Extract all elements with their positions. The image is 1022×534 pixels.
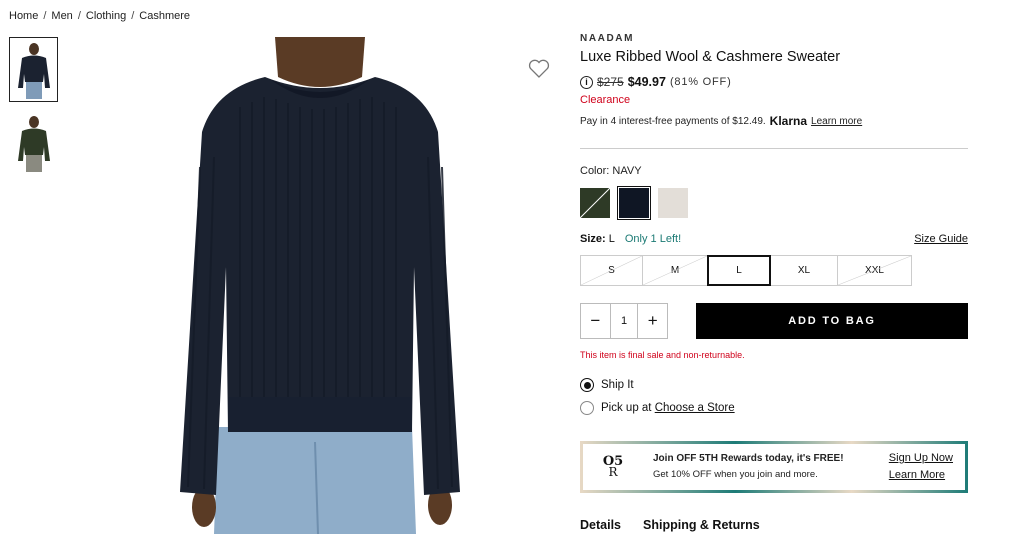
- final-sale-notice: This item is final sale and non-returnab…: [580, 350, 745, 360]
- product-tabs: Details Shipping & Returns: [580, 518, 760, 532]
- breadcrumb-men[interactable]: Men: [51, 10, 72, 22]
- learn-more-link[interactable]: Learn More: [889, 467, 953, 484]
- size-option-label: XL: [797, 265, 811, 276]
- klarna-row: Pay in 4 interest-free payments of $12.4…: [580, 114, 968, 128]
- size-label-text: Size:: [580, 233, 606, 245]
- size-option-m[interactable]: M: [642, 255, 708, 286]
- buy-row: − 1 + ADD TO BAG: [580, 303, 968, 339]
- swatch-navy[interactable]: [617, 186, 651, 220]
- price-row: i $275 $49.97 (81% OFF): [580, 75, 968, 89]
- ship-it-option[interactable]: Ship It: [580, 378, 968, 392]
- breadcrumb-separator: /: [77, 10, 81, 22]
- quantity-value[interactable]: 1: [609, 304, 639, 338]
- rewards-promo-inner: O5 R Join OFF 5TH Rewards today, it's FR…: [583, 444, 965, 490]
- thumbnail-navy[interactable]: [9, 37, 58, 102]
- sign-up-now-link[interactable]: Sign Up Now: [889, 450, 953, 467]
- color-value: NAVY: [612, 165, 642, 177]
- color-label: Color: NAVY: [580, 165, 968, 177]
- swatch-cream[interactable]: [658, 188, 688, 218]
- ship-it-radio[interactable]: [580, 378, 594, 392]
- size-option-label: L: [736, 265, 742, 276]
- rewards-promo-text: Join OFF 5TH Rewards today, it's FREE! G…: [653, 451, 844, 483]
- stock-message: Only 1 Left!: [624, 233, 682, 245]
- breadcrumb-separator: /: [131, 10, 135, 22]
- breadcrumb-home[interactable]: Home: [9, 10, 38, 22]
- color-label-text: Color:: [580, 165, 610, 177]
- thumbnail-olive[interactable]: [9, 110, 58, 175]
- divider: [580, 148, 968, 149]
- sale-price: $49.97: [627, 75, 666, 89]
- size-options: S M L XL XXL: [580, 255, 968, 286]
- breadcrumb-separator: /: [43, 10, 47, 22]
- size-option-xxl[interactable]: XXL: [837, 255, 912, 286]
- ship-it-label: Ship It: [601, 379, 634, 391]
- original-price: $275: [597, 75, 624, 89]
- rewards-logo-bottom: R: [608, 465, 618, 479]
- klarna-text: Pay in 4 interest-free payments of $12.4…: [580, 115, 766, 127]
- color-swatches: [580, 186, 968, 220]
- pickup-label: Pick up at Choose a Store: [601, 402, 735, 414]
- product-info: NAADAM Luxe Ribbed Wool & Cashmere Sweat…: [580, 33, 968, 424]
- swatch-olive[interactable]: [580, 188, 610, 218]
- discount-label: (81% OFF): [669, 76, 732, 88]
- choose-store-link[interactable]: Choose a Store: [655, 402, 735, 414]
- rewards-links: Sign Up Now Learn More: [889, 450, 953, 484]
- clearance-label: Clearance: [580, 94, 631, 106]
- quantity-stepper: − 1 +: [580, 303, 668, 339]
- info-icon[interactable]: i: [580, 75, 593, 89]
- pickup-option[interactable]: Pick up at Choose a Store: [580, 401, 968, 415]
- size-option-s[interactable]: S: [580, 255, 643, 286]
- pickup-prefix: Pick up at: [601, 402, 652, 414]
- tab-details[interactable]: Details: [580, 518, 621, 532]
- breadcrumb-cashmere[interactable]: Cashmere: [139, 10, 190, 22]
- rewards-headline: Join OFF 5TH Rewards today, it's FREE!: [653, 453, 844, 464]
- size-value: L: [608, 233, 615, 245]
- brand-name[interactable]: NAADAM: [580, 33, 968, 44]
- size-label: Size: L: [580, 233, 615, 245]
- add-to-bag-button[interactable]: ADD TO BAG: [696, 303, 968, 339]
- pickup-radio[interactable]: [580, 401, 594, 415]
- size-row: Size: L Only 1 Left! Size Guide: [580, 233, 968, 245]
- breadcrumb: Home / Men / Clothing / Cashmere: [9, 10, 190, 22]
- quantity-decrease-button[interactable]: −: [581, 304, 610, 338]
- rewards-subtext: Get 10% OFF when you join and more.: [653, 469, 818, 480]
- thumbnail-list: [9, 37, 59, 183]
- quantity-increase-button[interactable]: +: [638, 304, 667, 338]
- delivery-options: Ship It Pick up at Choose a Store: [580, 378, 968, 415]
- size-option-xl[interactable]: XL: [770, 255, 838, 286]
- product-main-image[interactable]: [170, 37, 470, 534]
- size-option-l[interactable]: L: [707, 255, 771, 286]
- rewards-logo: O5 R: [595, 455, 631, 479]
- rewards-promo-banner: O5 R Join OFF 5TH Rewards today, it's FR…: [580, 441, 968, 493]
- product-title: Luxe Ribbed Wool & Cashmere Sweater: [580, 49, 841, 65]
- klarna-logo: Klarna: [769, 114, 808, 128]
- klarna-learn-more-link[interactable]: Learn more: [811, 116, 862, 127]
- size-guide-link[interactable]: Size Guide: [914, 233, 968, 245]
- tab-shipping-returns[interactable]: Shipping & Returns: [643, 518, 760, 532]
- breadcrumb-clothing[interactable]: Clothing: [86, 10, 126, 22]
- heart-icon[interactable]: [528, 59, 550, 79]
